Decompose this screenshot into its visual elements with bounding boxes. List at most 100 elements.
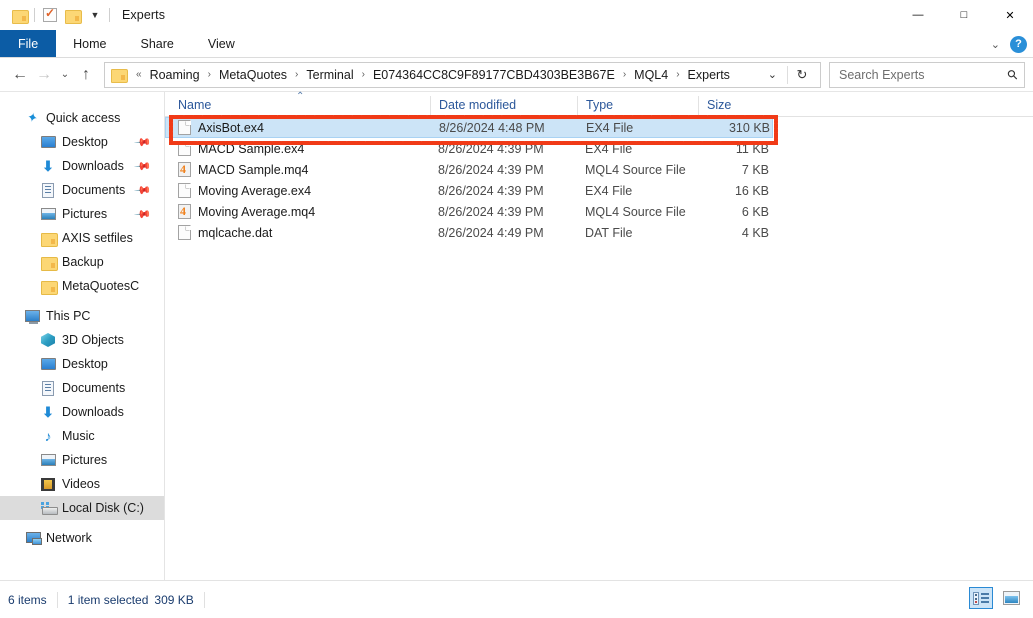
breadcrumb-separator[interactable]: ›	[290, 69, 303, 80]
sidebar-item-axis-setfiles[interactable]: AXIS setfiles	[0, 226, 164, 250]
item-count-label: 6 items	[8, 592, 47, 607]
table-row[interactable]: Moving Average.mq4 8/26/2024 4:39 PM MQL…	[165, 201, 773, 222]
back-button[interactable]: ←	[8, 62, 32, 88]
sidebar-item-backup[interactable]: Backup	[0, 250, 164, 274]
breadcrumb-item-mql4[interactable]: MQL4	[631, 66, 671, 84]
refresh-icon[interactable]: ↻	[788, 62, 816, 88]
breadcrumb-item-experts[interactable]: Experts	[685, 66, 733, 84]
sidebar-item-network[interactable]: Network	[0, 526, 164, 550]
tab-file[interactable]: File	[0, 30, 57, 57]
file-date-cell: 8/26/2024 4:48 PM	[439, 120, 545, 135]
help-icon[interactable]: ?	[1010, 35, 1027, 53]
desktop-icon	[40, 134, 56, 150]
pin-icon[interactable]: 📌	[134, 181, 153, 200]
table-row[interactable]: mqlcache.dat 8/26/2024 4:49 PM DAT File …	[165, 222, 773, 243]
navigation-pane: ✦ Quick access Desktop 📌 ⬇ Downloads 📌 D…	[0, 92, 165, 580]
sidebar-item-pictures-qa[interactable]: Pictures 📌	[0, 202, 164, 226]
table-row[interactable]: MACD Sample.ex4 8/26/2024 4:39 PM EX4 Fi…	[165, 138, 773, 159]
maximize-button[interactable]: □	[941, 0, 987, 30]
breadcrumb-overflow-icon[interactable]: «	[131, 69, 147, 80]
sidebar-item-pictures[interactable]: Pictures	[0, 448, 164, 472]
customize-qat-caret-icon[interactable]: ▼	[83, 4, 105, 26]
column-header-date-modified[interactable]: Date modified	[430, 96, 577, 116]
file-type-cell: EX4 File	[585, 183, 633, 198]
search-box[interactable]: ⚲	[829, 61, 1025, 88]
network-icon	[24, 530, 42, 546]
large-icons-view-button[interactable]	[999, 587, 1023, 609]
breadcrumb-separator[interactable]: ›	[671, 69, 684, 80]
properties-icon[interactable]	[39, 4, 61, 26]
breadcrumb[interactable]: « Roaming › MetaQuotes › Terminal › E074…	[104, 61, 821, 88]
downloads-icon: ⬇	[42, 157, 54, 174]
breadcrumb-dropdown-icon[interactable]: ⌄	[758, 68, 787, 81]
sidebar-item-label: Documents	[62, 183, 126, 197]
breadcrumb-separator[interactable]: ›	[618, 69, 631, 80]
file-size-cell: 7 KB	[741, 162, 769, 177]
close-button[interactable]: ✕	[987, 0, 1033, 30]
local-disk-icon	[40, 500, 58, 516]
forward-button: →	[36, 65, 52, 83]
breadcrumb-item-terminal[interactable]: Terminal	[303, 66, 356, 84]
details-view-button[interactable]	[969, 587, 993, 609]
selection-size-label: 309 KB	[154, 592, 194, 607]
breadcrumb-separator[interactable]: ›	[203, 69, 216, 80]
sidebar-item-downloads[interactable]: ⬇ Downloads	[0, 400, 164, 424]
table-row[interactable]: Moving Average.ex4 8/26/2024 4:39 PM EX4…	[165, 180, 773, 201]
recent-locations-icon[interactable]: ⌄	[56, 62, 74, 88]
pin-icon[interactable]: 📌	[134, 133, 153, 152]
tab-view[interactable]: View	[191, 30, 252, 57]
column-header-type[interactable]: Type	[577, 96, 698, 116]
sidebar-item-label: Local Disk (C:)	[62, 501, 144, 515]
chevron-down-icon[interactable]: ⌄	[991, 38, 1000, 51]
pin-icon[interactable]: 📌	[134, 205, 153, 224]
sidebar-item-quick-access[interactable]: ✦ Quick access	[0, 106, 164, 130]
folder-icon	[40, 254, 58, 271]
table-row[interactable]: AxisBot.ex4 8/26/2024 4:48 PM EX4 File 3…	[165, 117, 773, 138]
file-type-cell: EX4 File	[585, 141, 633, 156]
sidebar-item-this-pc[interactable]: This PC	[0, 304, 164, 328]
sidebar-item-3d-objects[interactable]: 3D Objects	[0, 328, 164, 352]
sidebar-item-music[interactable]: ♪ Music	[0, 424, 164, 448]
sidebar-item-downloads-qa[interactable]: ⬇ Downloads 📌	[0, 154, 164, 178]
tab-share[interactable]: Share	[124, 30, 191, 57]
up-button[interactable]: ↑	[74, 62, 98, 88]
minimize-button[interactable]: —	[895, 0, 941, 30]
documents-icon	[40, 380, 56, 396]
sidebar-item-videos[interactable]: Videos	[0, 472, 164, 496]
file-name-label: mqlcache.dat	[198, 225, 273, 240]
sidebar-item-label: Downloads	[62, 159, 124, 173]
folder-icon[interactable]	[8, 4, 30, 26]
file-size-cell: 310 KB	[728, 120, 770, 135]
breadcrumb-item-metaquotes[interactable]: MetaQuotes	[216, 66, 290, 84]
sidebar-item-metaquotesc[interactable]: MetaQuotesC	[0, 274, 164, 298]
breadcrumb-item-roaming[interactable]: Roaming	[147, 66, 203, 84]
videos-icon	[40, 476, 56, 492]
sort-ascending-icon: ⌃	[296, 91, 305, 102]
sidebar-item-label: AXIS setfiles	[62, 231, 133, 245]
qat-divider-1	[34, 8, 35, 22]
tab-home[interactable]: Home	[56, 30, 123, 57]
table-row[interactable]: MACD Sample.mq4 8/26/2024 4:39 PM MQL4 S…	[165, 159, 773, 180]
pin-icon[interactable]: 📌	[134, 157, 153, 176]
breadcrumb-separator[interactable]: ›	[357, 69, 370, 80]
sidebar-item-label: MetaQuotesC	[62, 279, 140, 293]
generic-file-icon	[178, 141, 191, 156]
file-name-label: MACD Sample.mq4	[198, 162, 309, 177]
sidebar-item-label: Backup	[62, 255, 104, 269]
sidebar-item-local-disk-c[interactable]: Local Disk (C:)	[0, 496, 164, 520]
new-folder-icon[interactable]	[61, 4, 83, 26]
sidebar-item-desktop[interactable]: Desktop	[0, 352, 164, 376]
view-mode-buttons	[969, 587, 1023, 609]
column-header-size[interactable]: Size	[698, 96, 775, 116]
breadcrumb-item-instance-id[interactable]: E074364CC8C9F89177CBD4303BE3B67E	[370, 66, 618, 84]
pictures-icon	[40, 452, 56, 468]
details-view-icon	[973, 591, 989, 605]
sidebar-item-documents[interactable]: Documents	[0, 376, 164, 400]
breadcrumb-folder-icon	[111, 68, 128, 83]
selection-label: 1 item selected	[67, 592, 149, 607]
qat-divider-2	[109, 8, 110, 22]
sidebar-item-desktop-qa[interactable]: Desktop 📌	[0, 130, 164, 154]
search-input[interactable]	[839, 67, 1009, 82]
sidebar-item-documents-qa[interactable]: Documents 📌	[0, 178, 164, 202]
status-bar: 6 items 1 item selected 309 KB	[0, 580, 1033, 618]
